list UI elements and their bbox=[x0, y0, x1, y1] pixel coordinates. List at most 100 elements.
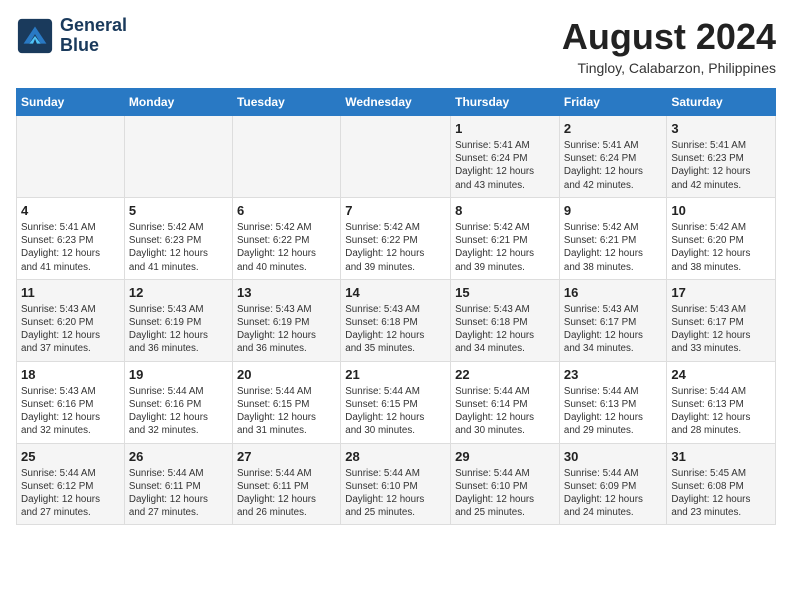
cell-info: Sunrise: 5:43 AM Sunset: 6:19 PM Dayligh… bbox=[129, 303, 228, 356]
logo: General Blue bbox=[16, 16, 127, 56]
calendar-cell: 24 Sunrise: 5:44 AM Sunset: 6:13 PM Dayli… bbox=[667, 361, 776, 443]
day-number: 4 bbox=[21, 203, 120, 218]
calendar-cell: 6Sunrise: 5:42 AM Sunset: 6:22 PM Daylig… bbox=[232, 197, 340, 279]
header-cell-monday: Monday bbox=[124, 89, 232, 116]
cell-info: Sunrise: 5:45 AM Sunset: 6:08 PM Dayligh… bbox=[671, 467, 771, 520]
day-number: 12 bbox=[129, 285, 228, 300]
cell-info: Sunrise: 5:44 AM Sunset: 6:10 PM Dayligh… bbox=[345, 467, 446, 520]
cell-info: Sunrise: 5:43 AM Sunset: 6:17 PM Dayligh… bbox=[671, 303, 771, 356]
cell-info: Sunrise: 5:44 AM Sunset: 6:15 PM Dayligh… bbox=[345, 385, 446, 438]
day-number: 7 bbox=[345, 203, 446, 218]
calendar-cell: 10Sunrise: 5:42 AM Sunset: 6:20 PM Dayli… bbox=[667, 197, 776, 279]
calendar-cell: 23 Sunrise: 5:44 AM Sunset: 6:13 PM Dayli… bbox=[559, 361, 666, 443]
week-row-3: 11 Sunrise: 5:43 AM Sunset: 6:20 PM Dayli… bbox=[17, 279, 776, 361]
day-number: 13 bbox=[237, 285, 336, 300]
calendar-cell: 13 Sunrise: 5:43 AM Sunset: 6:19 PM Dayli… bbox=[232, 279, 340, 361]
calendar-cell bbox=[124, 116, 232, 198]
day-number: 1 bbox=[455, 121, 555, 136]
day-number: 20 bbox=[237, 367, 336, 382]
calendar-cell: 16 Sunrise: 5:43 AM Sunset: 6:17 PM Dayli… bbox=[559, 279, 666, 361]
cell-info: Sunrise: 5:43 AM Sunset: 6:16 PM Dayligh… bbox=[21, 385, 120, 438]
header-row: SundayMondayTuesdayWednesdayThursdayFrid… bbox=[17, 89, 776, 116]
cell-info: Sunrise: 5:41 AM Sunset: 6:23 PM Dayligh… bbox=[21, 221, 120, 274]
calendar-cell: 7 Sunrise: 5:42 AM Sunset: 6:22 PM Daylig… bbox=[341, 197, 451, 279]
calendar-cell: 20 Sunrise: 5:44 AM Sunset: 6:15 PM Dayli… bbox=[232, 361, 340, 443]
calendar-cell: 14Sunrise: 5:43 AM Sunset: 6:18 PM Dayli… bbox=[341, 279, 451, 361]
location: Tingloy, Calabarzon, Philippines bbox=[562, 60, 776, 76]
day-number: 16 bbox=[564, 285, 662, 300]
calendar-cell: 3 Sunrise: 5:41 AM Sunset: 6:23 PM Daylig… bbox=[667, 116, 776, 198]
logo-icon bbox=[16, 17, 54, 55]
logo-line1: General bbox=[60, 16, 127, 36]
month-year: August 2024 bbox=[562, 16, 776, 58]
calendar-cell: 2 Sunrise: 5:41 AM Sunset: 6:24 PM Daylig… bbox=[559, 116, 666, 198]
header-cell-sunday: Sunday bbox=[17, 89, 125, 116]
cell-info: Sunrise: 5:44 AM Sunset: 6:10 PM Dayligh… bbox=[455, 467, 555, 520]
logo-line2: Blue bbox=[60, 36, 127, 56]
day-number: 19 bbox=[129, 367, 228, 382]
day-number: 2 bbox=[564, 121, 662, 136]
calendar-cell: 15 Sunrise: 5:43 AM Sunset: 6:18 PM Dayli… bbox=[451, 279, 560, 361]
calendar-cell: 28 Sunrise: 5:44 AM Sunset: 6:10 PM Dayli… bbox=[341, 443, 451, 525]
day-number: 23 bbox=[564, 367, 662, 382]
calendar-cell: 17Sunrise: 5:43 AM Sunset: 6:17 PM Dayli… bbox=[667, 279, 776, 361]
header-cell-friday: Friday bbox=[559, 89, 666, 116]
cell-info: Sunrise: 5:42 AM Sunset: 6:23 PM Dayligh… bbox=[129, 221, 228, 274]
cell-info: Sunrise: 5:42 AM Sunset: 6:20 PM Dayligh… bbox=[671, 221, 771, 274]
cell-info: Sunrise: 5:44 AM Sunset: 6:13 PM Dayligh… bbox=[671, 385, 771, 438]
week-row-5: 25Sunrise: 5:44 AM Sunset: 6:12 PM Dayli… bbox=[17, 443, 776, 525]
calendar-cell: 26 Sunrise: 5:44 AM Sunset: 6:11 PM Dayli… bbox=[124, 443, 232, 525]
week-row-2: 4 Sunrise: 5:41 AM Sunset: 6:23 PM Daylig… bbox=[17, 197, 776, 279]
day-number: 24 bbox=[671, 367, 771, 382]
cell-info: Sunrise: 5:44 AM Sunset: 6:09 PM Dayligh… bbox=[564, 467, 662, 520]
calendar-cell: 18Sunrise: 5:43 AM Sunset: 6:16 PM Dayli… bbox=[17, 361, 125, 443]
calendar-cell: 27Sunrise: 5:44 AM Sunset: 6:11 PM Dayli… bbox=[232, 443, 340, 525]
cell-info: Sunrise: 5:43 AM Sunset: 6:20 PM Dayligh… bbox=[21, 303, 120, 356]
cell-info: Sunrise: 5:41 AM Sunset: 6:24 PM Dayligh… bbox=[564, 139, 662, 192]
header-cell-tuesday: Tuesday bbox=[232, 89, 340, 116]
day-number: 3 bbox=[671, 121, 771, 136]
day-number: 22 bbox=[455, 367, 555, 382]
header-cell-saturday: Saturday bbox=[667, 89, 776, 116]
calendar-cell bbox=[232, 116, 340, 198]
calendar-cell: 30 Sunrise: 5:44 AM Sunset: 6:09 PM Dayli… bbox=[559, 443, 666, 525]
day-number: 15 bbox=[455, 285, 555, 300]
calendar-header: SundayMondayTuesdayWednesdayThursdayFrid… bbox=[17, 89, 776, 116]
cell-info: Sunrise: 5:42 AM Sunset: 6:21 PM Dayligh… bbox=[455, 221, 555, 274]
cell-info: Sunrise: 5:44 AM Sunset: 6:11 PM Dayligh… bbox=[237, 467, 336, 520]
day-number: 11 bbox=[21, 285, 120, 300]
day-number: 5 bbox=[129, 203, 228, 218]
cell-info: Sunrise: 5:43 AM Sunset: 6:19 PM Dayligh… bbox=[237, 303, 336, 356]
cell-info: Sunrise: 5:44 AM Sunset: 6:15 PM Dayligh… bbox=[237, 385, 336, 438]
header-cell-thursday: Thursday bbox=[451, 89, 560, 116]
cell-info: Sunrise: 5:44 AM Sunset: 6:11 PM Dayligh… bbox=[129, 467, 228, 520]
cell-info: Sunrise: 5:44 AM Sunset: 6:13 PM Dayligh… bbox=[564, 385, 662, 438]
day-number: 26 bbox=[129, 449, 228, 464]
cell-info: Sunrise: 5:43 AM Sunset: 6:18 PM Dayligh… bbox=[455, 303, 555, 356]
calendar-cell: 31 Sunrise: 5:45 AM Sunset: 6:08 PM Dayli… bbox=[667, 443, 776, 525]
cell-info: Sunrise: 5:41 AM Sunset: 6:23 PM Dayligh… bbox=[671, 139, 771, 192]
calendar-cell: 19 Sunrise: 5:44 AM Sunset: 6:16 PM Dayli… bbox=[124, 361, 232, 443]
day-number: 30 bbox=[564, 449, 662, 464]
calendar-cell: 12 Sunrise: 5:43 AM Sunset: 6:19 PM Dayli… bbox=[124, 279, 232, 361]
day-number: 8 bbox=[455, 203, 555, 218]
calendar-cell: 29 Sunrise: 5:44 AM Sunset: 6:10 PM Dayli… bbox=[451, 443, 560, 525]
calendar-cell: 11 Sunrise: 5:43 AM Sunset: 6:20 PM Dayli… bbox=[17, 279, 125, 361]
cell-info: Sunrise: 5:44 AM Sunset: 6:14 PM Dayligh… bbox=[455, 385, 555, 438]
calendar-table: SundayMondayTuesdayWednesdayThursdayFrid… bbox=[16, 88, 776, 525]
day-number: 31 bbox=[671, 449, 771, 464]
day-number: 9 bbox=[564, 203, 662, 218]
calendar-cell: 5 Sunrise: 5:42 AM Sunset: 6:23 PM Daylig… bbox=[124, 197, 232, 279]
title-area: August 2024 Tingloy, Calabarzon, Philipp… bbox=[562, 16, 776, 76]
cell-info: Sunrise: 5:44 AM Sunset: 6:16 PM Dayligh… bbox=[129, 385, 228, 438]
cell-info: Sunrise: 5:43 AM Sunset: 6:17 PM Dayligh… bbox=[564, 303, 662, 356]
calendar-cell: 21Sunrise: 5:44 AM Sunset: 6:15 PM Dayli… bbox=[341, 361, 451, 443]
calendar-cell: 8 Sunrise: 5:42 AM Sunset: 6:21 PM Daylig… bbox=[451, 197, 560, 279]
day-number: 28 bbox=[345, 449, 446, 464]
day-number: 29 bbox=[455, 449, 555, 464]
week-row-1: 1 Sunrise: 5:41 AM Sunset: 6:24 PM Daylig… bbox=[17, 116, 776, 198]
calendar-cell: 1Sunrise: 5:41 AM Sunset: 6:24 PM Daylig… bbox=[451, 116, 560, 198]
calendar-cell bbox=[341, 116, 451, 198]
cell-info: Sunrise: 5:42 AM Sunset: 6:22 PM Dayligh… bbox=[345, 221, 446, 274]
cell-info: Sunrise: 5:42 AM Sunset: 6:21 PM Dayligh… bbox=[564, 221, 662, 274]
